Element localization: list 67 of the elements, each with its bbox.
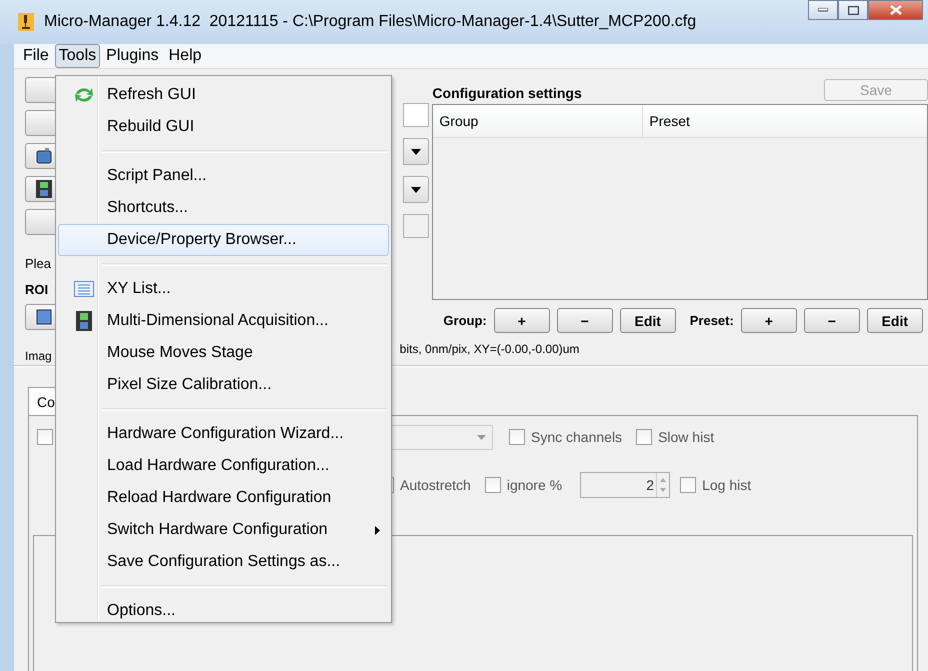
checkbox-label: Slow hist: [658, 429, 714, 445]
menu-item[interactable]: Switch Hardware Configuration: [58, 514, 389, 546]
dropdown[interactable]: [403, 138, 430, 165]
dropdown-arrow-icon: [411, 186, 422, 192]
roi-icon: [36, 309, 52, 325]
checkbox-label: Sync channels: [531, 429, 622, 445]
preset-button[interactable]: Edit: [866, 308, 923, 333]
close-icon: [890, 5, 902, 15]
preset-button[interactable]: +: [740, 308, 797, 333]
group-button[interactable]: Edit: [620, 308, 676, 333]
tab[interactable]: Co: [28, 387, 58, 415]
menu-item[interactable]: Load Hardware Configuration...: [58, 450, 389, 482]
menu-item[interactable]: Pixel Size Calibration...: [58, 369, 389, 401]
maximize-icon: [848, 6, 858, 14]
group-button[interactable]: +: [494, 308, 550, 333]
preset-label: Preset:: [690, 313, 734, 328]
checkbox-label: Autostretch: [400, 477, 471, 493]
menu-item[interactable]: Device/Property Browser...: [58, 224, 389, 256]
list-icon: [74, 281, 94, 297]
spinner-field[interactable]: 2: [580, 472, 670, 498]
menu-item[interactable]: XY List...: [58, 273, 389, 305]
window-title: Micro-Manager 1.4.12 20121115 - C:\Program Files\Micro-Manager-1.4\Sutter_MCP200.cfg: [44, 13, 696, 31]
menu-item[interactable]: Options...: [58, 595, 389, 627]
menu-item[interactable]: Hardware Configuration Wizard...: [58, 418, 389, 450]
checkbox[interactable]: [37, 429, 53, 445]
menu-item[interactable]: Script Panel...: [58, 160, 389, 192]
group-label: Group:: [443, 313, 487, 328]
menu-item[interactable]: Rebuild GUI: [58, 111, 389, 143]
menu-item[interactable]: Reload Hardware Configuration: [58, 482, 389, 514]
roi-label: ROI: [25, 282, 50, 297]
film-icon: [36, 180, 52, 198]
microscope-icon: [18, 13, 34, 31]
camera-icon: [36, 148, 52, 164]
column-header[interactable]: Preset: [643, 105, 927, 137]
group-button[interactable]: −: [556, 308, 613, 333]
status-text: bits, 0nm/pix, XY=(-0.00,-0.00)um: [400, 342, 580, 356]
menu-item[interactable]: Multi-Dimensional Acquisition...: [58, 305, 389, 337]
menu-item[interactable]: Refresh GUI: [58, 79, 389, 111]
minimize-button[interactable]: [808, 0, 838, 20]
maximize-button[interactable]: [838, 0, 868, 20]
text-field[interactable]: [403, 214, 430, 238]
menu-item[interactable]: Tools: [54, 44, 100, 68]
menu-item[interactable]: File: [19, 44, 53, 68]
menu-item[interactable]: Mouse Moves Stage: [58, 337, 389, 369]
menu-item[interactable]: Help: [164, 44, 206, 68]
checkbox[interactable]: [636, 429, 652, 445]
menu-item[interactable]: Shortcuts...: [58, 192, 389, 224]
preset-button[interactable]: −: [804, 308, 860, 333]
minimize-icon: [818, 8, 828, 12]
checkbox-label: Log hist: [702, 477, 752, 493]
menu-item[interactable]: Save Configuration Settings as...: [58, 546, 389, 578]
dropdown[interactable]: [403, 176, 430, 203]
close-button[interactable]: [868, 0, 923, 20]
checkbox[interactable]: [509, 429, 525, 445]
checkbox-label: ignore %: [506, 477, 562, 493]
submenu-arrow-icon: [375, 526, 380, 535]
text-field[interactable]: [403, 103, 430, 127]
section-title: Configuration settings: [432, 85, 582, 101]
dropdown-arrow-icon: [411, 148, 422, 154]
menu-item[interactable]: Plugins: [102, 44, 163, 68]
dropdown-arrow-icon: [477, 434, 486, 440]
image-info-text: Imag: [25, 349, 53, 363]
hint-text: Plea: [25, 256, 52, 271]
column-header[interactable]: Group: [433, 105, 644, 137]
checkbox[interactable]: [484, 477, 501, 493]
checkbox[interactable]: [680, 477, 696, 493]
film-icon: [76, 311, 92, 331]
